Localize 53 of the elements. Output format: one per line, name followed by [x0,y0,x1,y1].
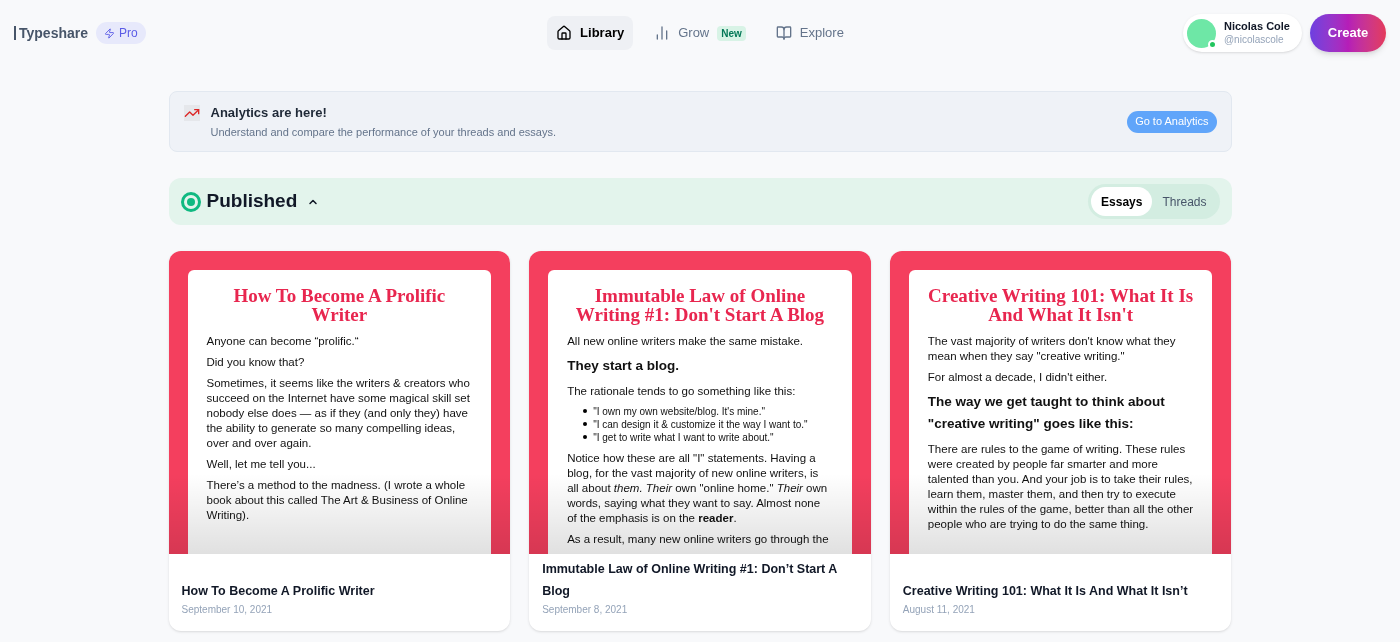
list-item-text: "I own my own website/blog. It's mine." [593,405,765,418]
banner-text: Understand and compare the performance of your threads and essays. [210,125,556,140]
preview-paragraph: There’s a method to the madness. (I wrote a whole book about this called The Art & Business of Online Writing). [206,478,469,523]
bullet-icon [583,422,588,426]
nav-tab[interactable]: Explore [766,16,853,50]
essay-card[interactable] [889,251,1232,631]
segment-tab[interactable]: Threads [1152,187,1217,216]
avatar [1186,18,1216,48]
preview-paragraph: As a result, many new online writers go through the [567,532,830,547]
essay-date: August 11, 2021 [902,603,976,617]
preview-paragraph: The rationale tends to go something like this: [567,384,797,399]
essay-card[interactable] [168,251,511,631]
preview-heading: The way we get taught to think about "creative writing" goes like this: [927,393,1166,433]
preview-paragraph: All new online writers make the same mistake. [567,334,804,349]
segment-tab[interactable]: Essays [1091,187,1153,216]
home-icon [556,25,573,41]
preview-title: Immutable Law of Online Writing #1: Don't Start A Blog [574,286,826,324]
preview-paragraph: The vast majority of writers don't know what they mean when they say "creative writing." [927,334,1177,364]
essay-date: September 10, 2021 [181,603,274,617]
bullet-icon [583,409,588,413]
brand-logo[interactable]: Typeshare [14,26,88,40]
trend-chart-icon [183,105,200,121]
list-item-text: "I can design it & customize it the way I want to." [593,418,808,431]
preview-title: How To Become A Prolific Writer [232,286,447,324]
preview-paragraph: For almost a decade, I didn't either. [927,370,1109,385]
preview-heading: They start a blog. [567,357,680,375]
essay-title: How To Become A Prolific Writer [181,583,376,600]
preview-paragraph: Did you know that? [206,355,306,370]
user-name: Nicolas Cole [1223,20,1290,33]
create-button[interactable]: Create [1310,14,1386,52]
essay-card[interactable] [529,251,871,631]
user-handle: @nicolascole [1223,33,1285,46]
nav-tab[interactable]: Library [547,16,634,50]
preview-paragraph: There are rules to the game of writing. These rules were created by people far smarter and more talented than you. And your job is to take their rules, learn them, master them, and then try to execute within the rules of the game, better than all the other people who are trying to do the same thing. [927,442,1194,532]
new-badge: New [717,25,746,41]
book-icon [775,25,792,41]
nav-tab[interactable]: Grow New [645,16,755,50]
essay-title: Creative Writing 101: What It Is And What It Isn’t [902,583,1189,600]
preview-paragraph: Notice how these are all "I" statements. Having a blog, for the vast majority of new online writers, is all about them. Their own "online home." Their own words, saying what they want to say. Almost none of the emphasis is on the reader. [567,451,829,526]
preview-paragraph: Well, let me tell you... [206,457,317,472]
essay-date: September 8, 2021 [542,603,629,617]
section-title: Published [206,189,298,214]
user-chip[interactable]: Nicolas Cole @nicolascole [1182,14,1302,52]
preview-paragraph: Anyone can become “prolific.“ [206,334,360,349]
preview-paragraph: Sometimes, it seems like the writers & creators who succeed on the Internet have some magical skill set nobody else does — as if they (and only they) have the ability to generate so many compelling ideas, over and over again. [206,376,471,451]
lightning-icon [104,27,115,39]
banner-title: Analytics are here! [210,103,328,122]
bullet-icon [583,435,588,439]
essay-title: Immutable Law of Online Writing #1: Don’t Start A Blog [542,561,838,600]
preview-title: Creative Writing 101: What It Is And What It Isn't [927,286,1194,324]
pro-badge: Pro [96,22,146,44]
list-item-text: "I get to write what I want to write about." [593,431,774,444]
status-ring-icon [180,191,201,212]
